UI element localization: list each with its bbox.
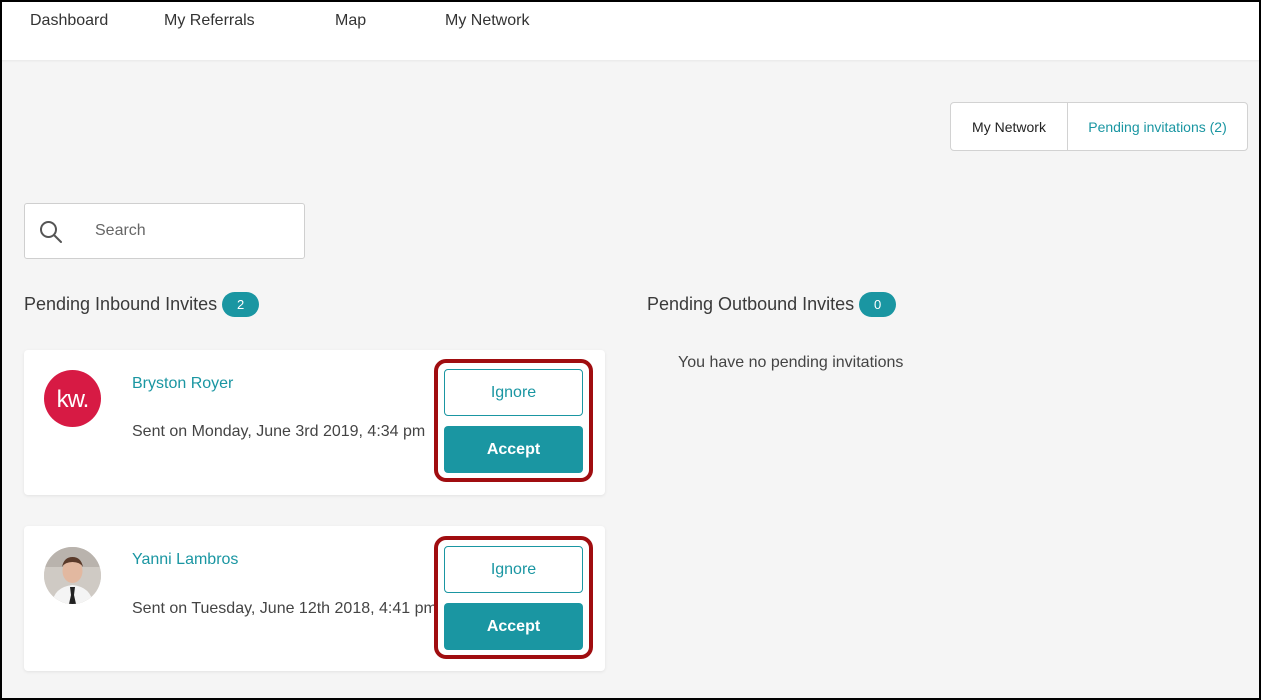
inbound-section-title: Pending Inbound Invites 2 [24, 292, 260, 317]
ignore-button[interactable]: Ignore [444, 546, 583, 593]
inbound-title-text: Pending Inbound Invites [24, 294, 218, 314]
inbound-count-badge: 2 [222, 292, 260, 317]
network-view-toggle: My Network Pending invitations (2) [950, 102, 1248, 151]
avatar-kw-logo: kw. [44, 370, 101, 427]
search-icon [40, 221, 62, 243]
kw-logo-text: kw. [56, 385, 90, 413]
outbound-empty-message: You have no pending invitations [678, 354, 904, 371]
person-photo-icon [44, 547, 101, 604]
search-input[interactable] [95, 216, 290, 246]
invite-card: Yanni Lambros Sent on Tuesday, June 12th… [24, 526, 605, 671]
accept-button[interactable]: Accept [444, 603, 583, 650]
nav-map[interactable]: Map [335, 12, 366, 30]
accept-button[interactable]: Accept [444, 426, 583, 473]
invite-sent-date: Sent on Monday, June 3rd 2019, 4:34 pm [132, 423, 426, 440]
action-highlight-box: Ignore Accept [434, 536, 593, 659]
outbound-title-text: Pending Outbound Invites [647, 294, 855, 314]
toggle-pending-invitations[interactable]: Pending invitations (2) [1068, 103, 1247, 150]
invite-card: kw. Bryston Royer Sent on Monday, June 3… [24, 350, 605, 495]
toggle-my-network[interactable]: My Network [951, 103, 1068, 150]
ignore-button[interactable]: Ignore [444, 369, 583, 416]
top-nav: Dashboard My Referrals Map My Network [0, 0, 1261, 60]
outbound-section-title: Pending Outbound Invites 0 [647, 292, 897, 317]
search-box [24, 203, 305, 259]
nav-my-network[interactable]: My Network [445, 12, 529, 30]
invite-sender-name[interactable]: Bryston Royer [132, 375, 233, 393]
avatar-photo [44, 547, 101, 604]
nav-my-referrals[interactable]: My Referrals [164, 12, 255, 30]
invite-sent-date: Sent on Tuesday, June 12th 2018, 4:41 pm [132, 600, 437, 617]
invite-sender-name[interactable]: Yanni Lambros [132, 551, 238, 569]
outbound-count-badge: 0 [859, 292, 897, 317]
action-highlight-box: Ignore Accept [434, 359, 593, 482]
nav-dashboard[interactable]: Dashboard [30, 12, 108, 30]
